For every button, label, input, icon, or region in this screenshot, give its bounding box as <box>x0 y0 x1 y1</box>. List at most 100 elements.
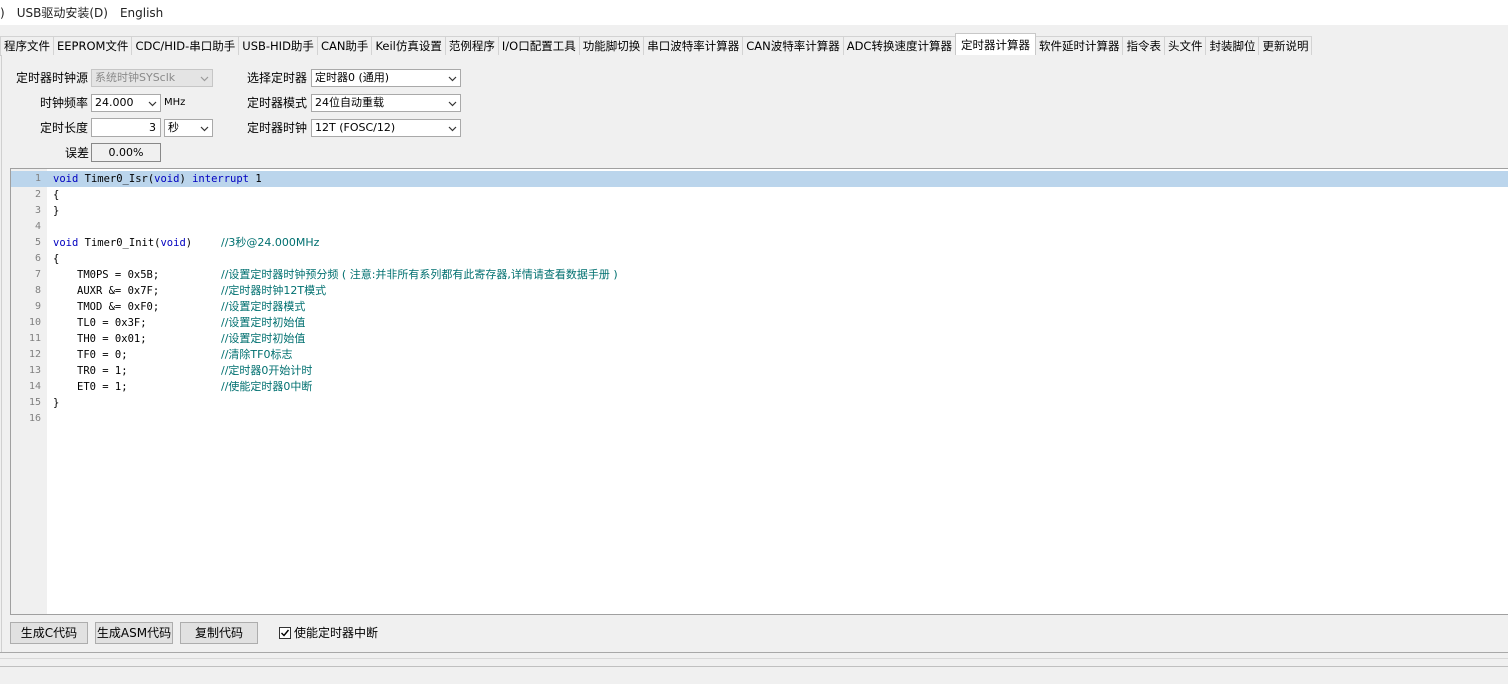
code-text: { <box>53 253 60 265</box>
copy-code-button[interactable]: 复制代码 <box>180 622 258 644</box>
code-text: TR0 = 1; <box>77 365 128 377</box>
code-text: void Timer0_Init(void) <box>53 237 193 249</box>
timer-clock-label: 定时器时钟 <box>247 121 308 135</box>
freq-label: 时钟频率 <box>40 96 89 110</box>
line-number: 3 <box>34 205 41 216</box>
tab-16[interactable]: 封装脚位 <box>1205 36 1260 55</box>
line-number: 13 <box>28 365 41 376</box>
length-unit-value: 秒 <box>168 121 179 134</box>
code-line: 14 ET0 = 1; //使能定时器0中断 <box>11 379 1508 395</box>
code-line: 7 TM0PS = 0x5B; //设置定时器时钟预分频 ( 注意:并非所有系列都有… <box>11 267 1508 283</box>
code-line: 4 <box>11 219 1508 235</box>
tab-8[interactable]: 功能脚切换 <box>578 36 645 55</box>
code-text: } <box>53 205 60 217</box>
chevron-down-icon <box>148 99 157 108</box>
menu-item-partial[interactable]: ) <box>0 0 11 25</box>
line-number: 4 <box>34 221 41 232</box>
tab-6[interactable]: 范例程序 <box>444 36 499 55</box>
timer-clock-value: 12T (FOSC/12) <box>315 121 396 134</box>
code-comment: //3秒@24.000MHz <box>221 236 320 249</box>
tab-2[interactable]: CDC/HID-串口助手 <box>131 36 240 55</box>
timer-select[interactable]: 定时器0 (通用) <box>311 69 461 87</box>
code-text: TM0PS = 0x5B; <box>77 269 160 281</box>
timer-select-value: 定时器0 (通用) <box>315 71 390 84</box>
divider <box>0 652 1508 653</box>
timer-mode-label: 定时器模式 <box>247 96 308 110</box>
tab-13[interactable]: 软件延时计算器 <box>1034 36 1124 55</box>
tab-bar: 程序文件 EEPROM文件 CDC/HID-串口助手 USB-HID助手 CAN助手 Ke… <box>0 33 1508 56</box>
length-unit-select[interactable]: 秒 <box>164 119 213 137</box>
line-number: 5 <box>34 237 41 248</box>
chevron-down-icon <box>200 124 209 133</box>
generate-c-code-button[interactable]: 生成C代码 <box>10 622 88 644</box>
code-text: ET0 = 1; <box>77 381 128 393</box>
timer-mode-select[interactable]: 24位自动重载 <box>311 94 461 112</box>
tab-0[interactable]: 程序文件 <box>0 36 54 55</box>
tab-15[interactable]: 头文件 <box>1163 36 1207 55</box>
tab-4[interactable]: CAN助手 <box>316 36 373 55</box>
line-number: 7 <box>34 269 41 280</box>
line-number: 9 <box>34 301 41 312</box>
line-number: 1 <box>34 173 41 184</box>
tab-1[interactable]: EEPROM文件 <box>53 36 133 55</box>
code-line: 8 AUXR &= 0x7F; //定时器时钟12T模式 <box>11 283 1508 299</box>
tab-14[interactable]: 指令表 <box>1122 36 1165 55</box>
tab-11[interactable]: ADC转换速度计算器 <box>842 36 956 55</box>
divider <box>0 666 1508 667</box>
timer-clock-select[interactable]: 12T (FOSC/12) <box>311 119 461 137</box>
code-comment: //设置定时初始值 <box>221 316 306 329</box>
code-editor[interactable]: 1 void Timer0_Isr(void) interrupt 1 2{3} 4 5… <box>10 168 1508 615</box>
clock-source-value: 系统时钟SYSclk <box>95 71 176 84</box>
code-line: 10 TL0 = 0x3F; //设置定时初始值 <box>11 315 1508 331</box>
line-number: 16 <box>28 413 41 424</box>
code-line: 13 TR0 = 1; //定时器0开始计时 <box>11 363 1508 379</box>
status-bar <box>0 658 1508 684</box>
freq-combo[interactable]: 24.000 <box>91 94 161 112</box>
menu-bar: ) USB驱动安装(D) English <box>0 0 1508 25</box>
line-number: 12 <box>28 349 41 360</box>
timer-calculator-panel: 定时器时钟源 系统时钟SYSclk 选择定时器 定时器0 (通用) 时钟频率 2… <box>1 55 1508 652</box>
tab-17[interactable]: 更新说明 <box>1258 36 1313 55</box>
error-label: 误差 <box>65 146 90 160</box>
line-number: 8 <box>34 285 41 296</box>
enable-interrupt-label: 使能定时器中断 <box>294 626 379 640</box>
code-line: 1 void Timer0_Isr(void) interrupt 1 <box>11 171 1508 187</box>
code-line: 5 void Timer0_Init(void) //3秒@24.000MHz <box>11 235 1508 251</box>
tab-7[interactable]: I/O口配置工具 <box>497 36 580 55</box>
checkmark-icon <box>281 629 290 637</box>
chevron-down-icon <box>200 74 209 83</box>
enable-interrupt-checkbox[interactable] <box>279 627 291 639</box>
code-line: 2{ <box>11 187 1508 203</box>
line-number: 6 <box>34 253 41 264</box>
line-number: 2 <box>34 189 41 200</box>
line-number: 10 <box>28 317 41 328</box>
menu-item-english[interactable]: English <box>114 0 169 25</box>
tab-5[interactable]: Keil仿真设置 <box>371 36 446 55</box>
code-text: { <box>53 189 60 201</box>
code-line: 15} <box>11 395 1508 411</box>
code-line: 9 TMOD &= 0xF0; //设置定时器模式 <box>11 299 1508 315</box>
freq-unit: MHz <box>164 97 186 108</box>
code-line: 3} <box>11 203 1508 219</box>
code-line: 11 TH0 = 0x01; //设置定时初始值 <box>11 331 1508 347</box>
clock-source-select: 系统时钟SYSclk <box>91 69 213 87</box>
freq-value: 24.000 <box>95 96 134 109</box>
code-comment: //设置定时器模式 <box>221 300 306 313</box>
code-comment: //使能定时器0中断 <box>221 380 313 393</box>
tab-9[interactable]: 串口波特率计算器 <box>643 36 744 55</box>
chevron-down-icon <box>448 99 457 108</box>
length-label: 定时长度 <box>40 121 89 135</box>
code-comment: //设置定时器时钟预分频 ( 注意:并非所有系列都有此寄存器,详情请查看数据手册… <box>221 268 618 281</box>
tab-10[interactable]: CAN波特率计算器 <box>742 36 844 55</box>
code-line: 16 <box>11 411 1508 427</box>
length-input[interactable]: 3 <box>91 118 161 137</box>
code-text: TF0 = 0; <box>77 349 128 361</box>
code-comment: //清除TF0标志 <box>221 348 293 361</box>
timer-select-label: 选择定时器 <box>247 71 308 85</box>
menu-item-usb-driver[interactable]: USB驱动安装(D) <box>11 0 114 25</box>
tab-12[interactable]: 定时器计算器 <box>954 33 1036 55</box>
tab-3[interactable]: USB-HID助手 <box>238 36 318 55</box>
generate-asm-code-button[interactable]: 生成ASM代码 <box>95 622 173 644</box>
code-text: AUXR &= 0x7F; <box>77 285 160 297</box>
code-text: TMOD &= 0xF0; <box>77 301 160 313</box>
